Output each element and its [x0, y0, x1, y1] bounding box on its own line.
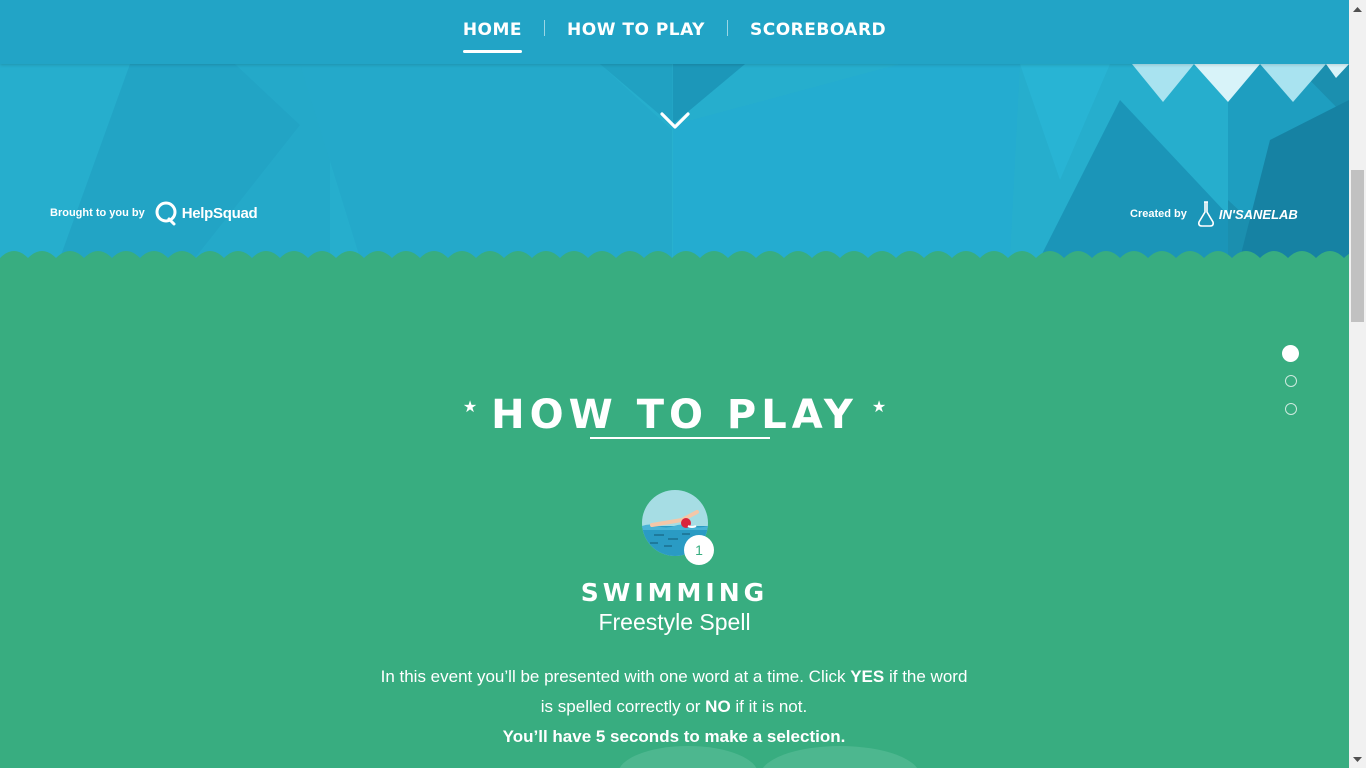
- desc-text: In this event you’ll be presented with o…: [380, 667, 851, 686]
- pagination-dot-1[interactable]: [1282, 345, 1299, 362]
- section-heading: ★ HOW TO PLAY ★: [0, 392, 1349, 438]
- sponsor-credit: Brought to you by HelpSquad: [50, 200, 258, 226]
- section-title: HOW TO PLAY: [491, 392, 858, 438]
- nav-scoreboard[interactable]: SCOREBOARD: [728, 0, 908, 64]
- scroll-up-arrow-icon[interactable]: [1349, 0, 1366, 17]
- section-pagination: [1282, 345, 1299, 431]
- created-label: Created by: [1130, 208, 1187, 220]
- nav-home[interactable]: HOME: [441, 0, 544, 64]
- top-navbar: HOME HOW TO PLAY SCOREBOARD: [0, 0, 1349, 64]
- star-icon: ★: [462, 399, 478, 416]
- main-nav: HOME HOW TO PLAY SCOREBOARD: [0, 0, 1349, 64]
- page: HOME HOW TO PLAY SCOREBOARD Brought to y…: [0, 0, 1349, 768]
- nav-how-to-play[interactable]: HOW TO PLAY: [545, 0, 727, 64]
- grass-edge: [0, 251, 1349, 270]
- pagination-dot-2[interactable]: [1285, 375, 1297, 387]
- scrollbar-thumb[interactable]: [1351, 170, 1364, 322]
- flask-icon: [1197, 201, 1214, 227]
- active-underline: [462, 50, 523, 53]
- event-description: In this event you’ll be presented with o…: [374, 662, 974, 752]
- nav-how-to-play-label: HOW TO PLAY: [567, 20, 705, 40]
- title-underline: [590, 437, 770, 439]
- nav-scoreboard-label: SCOREBOARD: [749, 20, 887, 40]
- event-subtitle: Freestyle Spell: [598, 609, 751, 635]
- vertical-scrollbar[interactable]: [1349, 0, 1366, 768]
- desc-yes: YES: [850, 667, 885, 686]
- cloud-decoration: [619, 746, 918, 768]
- chevron-down-icon[interactable]: [658, 108, 692, 132]
- insanelab-logo-text: IN'SANELAB: [1218, 206, 1298, 222]
- helpsquad-icon: [155, 201, 177, 226]
- insanelab-logo[interactable]: IN'SANELAB: [1197, 200, 1298, 228]
- pagination-dot-3[interactable]: [1285, 403, 1297, 415]
- brought-label: Brought to you by: [50, 207, 145, 219]
- event-number-badge: 1: [684, 535, 714, 565]
- desc-no: NO: [705, 697, 731, 716]
- nav-home-label: HOME: [462, 20, 523, 40]
- helpsquad-logo[interactable]: HelpSquad: [155, 200, 258, 226]
- creator-credit: Created by IN'SANELAB: [1130, 200, 1298, 228]
- helpsquad-logo-text: HelpSquad: [181, 204, 258, 222]
- desc-text: if it is not.: [730, 697, 808, 716]
- scroll-down-arrow-icon[interactable]: [1349, 751, 1366, 768]
- event-name: SWIMMING: [580, 578, 769, 607]
- star-icon: ★: [871, 399, 887, 416]
